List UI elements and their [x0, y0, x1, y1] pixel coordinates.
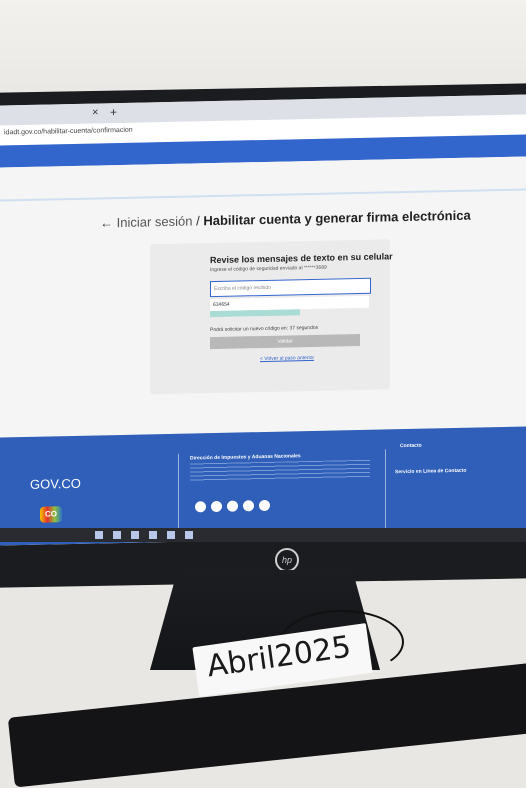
- code-input[interactable]: Escriba el código recibido: [210, 277, 371, 298]
- search-icon[interactable]: [113, 531, 121, 539]
- back-arrow-icon[interactable]: ←: [100, 215, 113, 230]
- dian-title: Dirección de Impuestos y Aduanas Naciona…: [190, 453, 301, 462]
- twitter-icon[interactable]: [195, 501, 206, 513]
- card-title: Revise los mensajes de texto en su celul…: [210, 251, 393, 266]
- previous-step-link[interactable]: < Volver al paso anterior: [260, 355, 314, 362]
- card-subtitle: Ingrese el código de seguridad enviado a…: [210, 264, 327, 274]
- page-body: ← Iniciar sesión / Habilitar cuenta y ge…: [0, 156, 526, 438]
- contact-title: Contacto: [400, 442, 422, 450]
- footer-divider-right: [385, 449, 386, 530]
- monitor-screen: × + idadt.gov.co/habilitar-cuenta/confir…: [0, 94, 526, 546]
- youtube-icon[interactable]: [211, 500, 222, 513]
- store-icon[interactable]: [167, 531, 175, 539]
- url-text[interactable]: idadt.gov.co/habilitar-cuenta/confirmaci…: [4, 127, 133, 137]
- facebook-icon[interactable]: [243, 500, 254, 512]
- header-divider: [0, 188, 526, 202]
- hp-logo: hp: [275, 548, 299, 572]
- taskbar-icons: [95, 531, 193, 539]
- gov-co-logo[interactable]: GOV.CO: [30, 476, 81, 492]
- contact-lines-title: Servicio en Línea de Contacto: [395, 467, 467, 476]
- resend-countdown: Podrá solicitar un nuevo código en: 37 s…: [210, 324, 319, 334]
- social-links: [195, 499, 270, 513]
- instagram-icon[interactable]: [259, 499, 270, 512]
- breadcrumb-login-link[interactable]: Iniciar sesión: [117, 213, 193, 230]
- new-tab-button[interactable]: +: [110, 105, 117, 119]
- start-icon[interactable]: [95, 531, 103, 539]
- suggestion-highlight: [210, 309, 300, 318]
- breadcrumb-separator: /: [192, 213, 204, 229]
- page-title: Habilitar cuenta y generar firma electró…: [203, 207, 471, 229]
- edge-icon[interactable]: [131, 531, 139, 539]
- close-tab-icon[interactable]: ×: [92, 106, 98, 118]
- linkedin-icon[interactable]: [227, 500, 238, 512]
- verification-card: Revise los mensajes de texto en su celul…: [150, 239, 393, 395]
- folder-icon[interactable]: [149, 531, 157, 539]
- dian-info-text: [190, 459, 370, 482]
- validate-button[interactable]: Validar: [210, 333, 360, 350]
- windows-taskbar: [0, 528, 526, 542]
- chrome-icon[interactable]: [185, 531, 193, 539]
- breadcrumb: ← Iniciar sesión / Habilitar cuenta y ge…: [100, 208, 471, 231]
- co-brand-logo: CO: [40, 506, 62, 523]
- footer-divider: [178, 453, 179, 534]
